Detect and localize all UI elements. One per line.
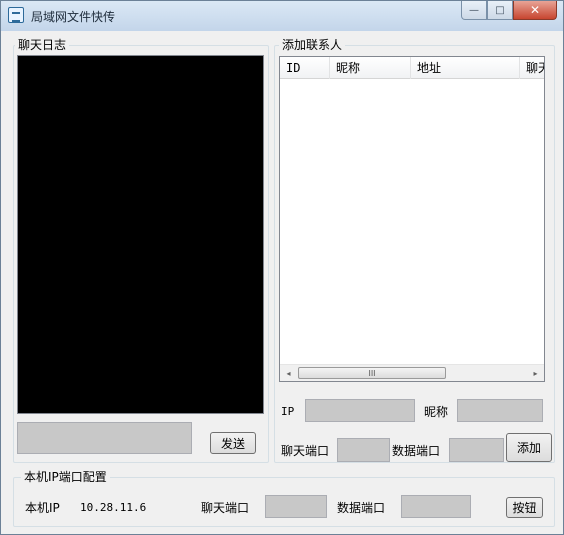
scroll-right-icon[interactable]: ▸ [527,365,544,381]
scroll-thumb[interactable]: III [298,367,446,379]
contact-list-hscrollbar[interactable]: ◂ III ▸ [280,364,544,381]
app-icon [8,7,24,23]
column-header-id[interactable]: ID [280,57,330,79]
chat-log-group-label: 聊天日志 [15,38,70,52]
main-window: 局域网文件快传 — □ ✕ 聊天日志 发送 添加联系人 ID 昵称 地址 聊天 … [0,0,564,535]
window-title: 局域网文件快传 [31,10,116,24]
local-ip-label: 本机IP [25,501,60,515]
contact-chat-port-label: 聊天端口 [281,444,330,458]
close-button[interactable]: ✕ [513,1,557,20]
contact-list[interactable]: ID 昵称 地址 聊天 ◂ III ▸ [279,56,545,382]
local-config-group-label: 本机IP端口配置 [21,470,110,484]
maximize-icon: □ [495,4,505,16]
chat-log-display[interactable] [17,55,264,414]
contact-ip-input[interactable] [305,399,415,422]
add-contact-button[interactable]: 添加 [506,433,552,462]
contact-data-port-input[interactable] [449,438,504,462]
contact-chat-port-input[interactable] [337,438,390,462]
column-header-chat[interactable]: 聊天 [520,57,544,79]
local-chat-port-label: 聊天端口 [201,501,250,515]
window-controls: — □ ✕ [461,1,557,21]
scroll-left-icon[interactable]: ◂ [280,365,297,381]
contact-data-port-label: 数据端口 [392,444,441,458]
add-contact-group-label: 添加联系人 [279,38,346,52]
local-config-button[interactable]: 按钮 [506,497,543,518]
contact-nickname-input[interactable] [457,399,543,422]
minimize-icon: — [469,4,479,16]
local-chat-port-input[interactable] [265,495,327,518]
contact-ip-label: IP [281,405,295,418]
column-header-address[interactable]: 地址 [411,57,520,79]
column-header-nickname[interactable]: 昵称 [330,57,411,79]
local-data-port-label: 数据端口 [337,501,386,515]
maximize-button[interactable]: □ [487,1,513,20]
title-bar[interactable]: 局域网文件快传 — □ ✕ [1,1,563,31]
contact-nickname-label: 昵称 [424,405,449,419]
local-data-port-input[interactable] [401,495,471,518]
message-input[interactable] [17,422,192,454]
minimize-button[interactable]: — [461,1,487,20]
send-button[interactable]: 发送 [210,432,256,454]
scroll-grip-icon: III [368,368,376,378]
close-icon: ✕ [529,3,541,17]
local-ip-value: 10.28.11.6 [80,501,147,514]
contact-list-header: ID 昵称 地址 聊天 [280,57,544,79]
